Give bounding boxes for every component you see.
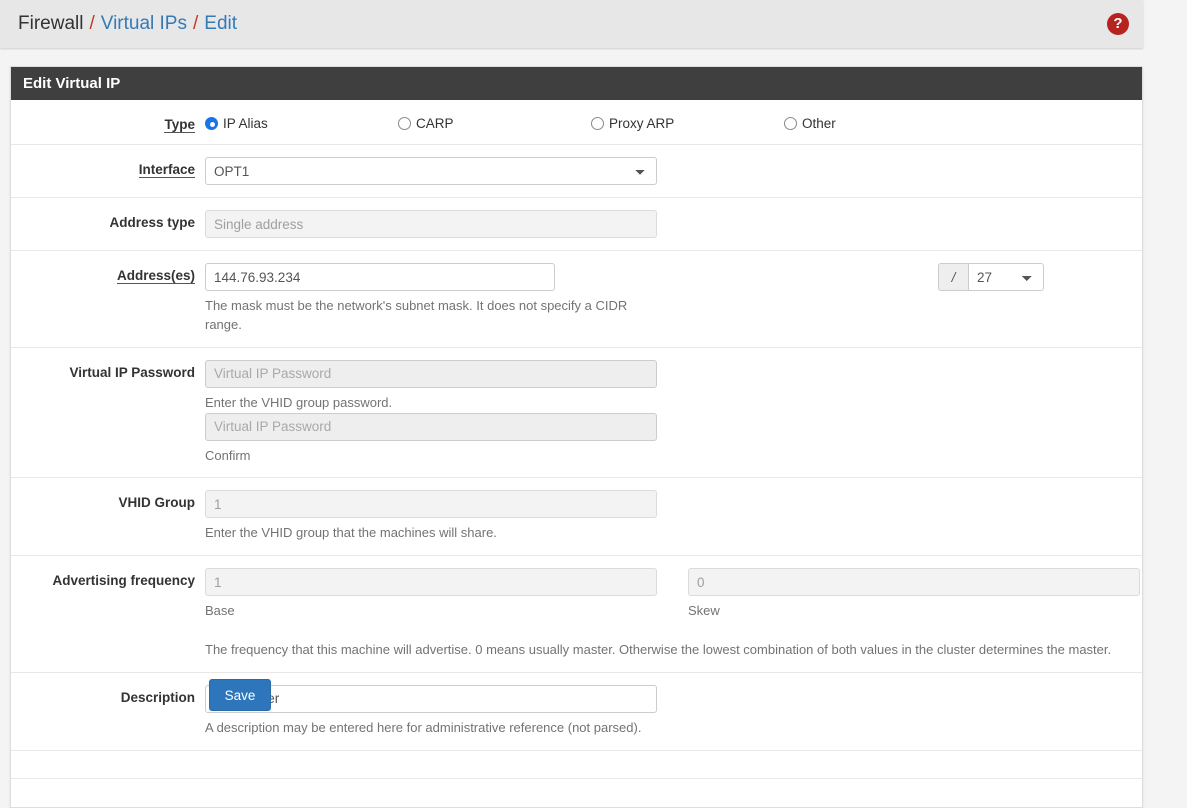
address-type-select[interactable]: Single address — [205, 210, 657, 238]
address-input[interactable] — [205, 263, 555, 291]
form-row-spacer-2 — [11, 779, 1142, 807]
type-fields: IP Alias CARP Proxy ARP Other — [205, 112, 1142, 132]
vip-password-confirm-input[interactable] — [205, 412, 657, 441]
breadcrumb-link-edit[interactable]: Edit — [204, 13, 237, 35]
panel-title: Edit Virtual IP — [11, 67, 1142, 100]
cidr-select[interactable]: 27 — [968, 263, 1044, 291]
label-vip-password: Virtual IP Password — [69, 364, 195, 380]
radio-label-other: Other — [802, 115, 836, 131]
radio-label-carp: CARP — [416, 115, 454, 131]
advertising-base-help-text: Base — [205, 603, 235, 619]
label-addresses: Address(es) — [116, 268, 195, 284]
vip-password-help-text: Enter the VHID group password. — [205, 394, 393, 410]
radio-type-ip-alias[interactable]: IP Alias — [205, 114, 398, 132]
vhid-group-fields: 1 Enter the VHID group that the machines… — [205, 490, 1142, 543]
breadcrumb-separator-1: / — [89, 13, 95, 34]
form-row-address-type: Address type Single address — [11, 198, 1142, 251]
radio-indicator-carp[interactable] — [398, 116, 411, 130]
vip-password-confirm-field-group: Confirm — [205, 412, 657, 466]
advertising-frequency-fields: 1 Base 0 Skew The frequency that this ma… — [205, 568, 1146, 660]
type-radio-group: IP Alias CARP Proxy ARP Other — [205, 112, 1136, 132]
description-help-text: A description may be entered here for ad… — [205, 719, 642, 735]
address-type-field-group: Single address — [205, 210, 657, 238]
breadcrumb-bar: Firewall / Virtual IPs / Edit ? — [0, 0, 1143, 48]
vhid-group-help-text: Enter the VHID group that the machines w… — [205, 525, 497, 541]
form-row-advertising-frequency: Advertising frequency 1 Base 0 Skew The … — [11, 556, 1142, 673]
advertising-skew-select[interactable]: 0 — [688, 568, 1140, 597]
breadcrumb: Firewall / Virtual IPs / Edit — [0, 13, 237, 35]
label-interface: Interface — [138, 162, 195, 178]
vip-password-field-group: Enter the VHID group password. — [205, 359, 657, 413]
radio-indicator-proxy-arp[interactable] — [591, 116, 604, 130]
form-row-vhid-group: VHID Group 1 Enter the VHID group that t… — [11, 478, 1142, 557]
breadcrumb-link-virtual-ips[interactable]: Virtual IPs — [101, 13, 187, 35]
interface-select[interactable]: OPT1 — [205, 157, 657, 185]
form-row-addresses: Address(es) The mask must be the network… — [11, 251, 1142, 348]
address-help-text: The mask must be the network's subnet ma… — [205, 298, 628, 332]
form-row-vip-password: Virtual IP Password Enter the VHID group… — [11, 348, 1142, 479]
form-actions-bar: Save — [0, 679, 1143, 711]
advertising-base-select[interactable]: 1 — [205, 568, 657, 597]
form-row-spacer-1 — [11, 751, 1142, 779]
label-address-type: Address type — [109, 215, 195, 230]
advertising-skew-help-text: Skew — [688, 603, 720, 619]
save-button[interactable]: Save — [209, 679, 271, 711]
radio-indicator-ip-alias[interactable] — [205, 116, 218, 130]
radio-type-other[interactable]: Other — [784, 114, 977, 132]
help-icon-wrapper[interactable]: ? — [1107, 13, 1129, 35]
advertising-skew-field-group: 0 Skew — [688, 568, 1140, 621]
label-vhid-group: VHID Group — [118, 495, 196, 511]
advertising-frequency-help-group: The frequency that this machine will adv… — [205, 621, 1140, 660]
breadcrumb-separator-2: / — [192, 13, 199, 34]
advertising-base-field-group: 1 Base — [205, 568, 657, 621]
radio-type-carp[interactable]: CARP — [398, 114, 591, 132]
radio-label-proxy-arp: Proxy ARP — [609, 115, 675, 131]
form-row-type: Type IP Alias CARP Proxy ARP Other — [11, 100, 1142, 145]
label-advertising-frequency: Advertising frequency — [52, 573, 195, 589]
radio-indicator-other[interactable] — [784, 116, 797, 130]
vip-password-fields: Enter the VHID group password. Confirm — [205, 359, 1142, 466]
address-field-group: The mask must be the network's subnet ma… — [205, 263, 657, 335]
cidr-prefix-addon: / — [938, 263, 968, 291]
cidr-input-group: / 27 — [938, 263, 1044, 291]
breadcrumb-root: Firewall — [18, 13, 84, 34]
interface-fields: OPT1 — [205, 157, 1142, 185]
label-type: Type — [164, 117, 195, 133]
addresses-fields: The mask must be the network's subnet ma… — [205, 263, 1142, 335]
radio-type-proxy-arp[interactable]: Proxy ARP — [591, 114, 784, 132]
advertising-frequency-help-text: The frequency that this machine will adv… — [205, 642, 1112, 658]
question-circle-icon[interactable]: ? — [1107, 13, 1129, 35]
vhid-group-select[interactable]: 1 — [205, 490, 657, 519]
vhid-group-field-group: 1 Enter the VHID group that the machines… — [205, 490, 657, 543]
form-row-interface: Interface OPT1 — [11, 145, 1142, 198]
vip-password-input[interactable] — [205, 359, 657, 388]
address-type-fields: Single address — [205, 210, 1142, 238]
radio-label-ip-alias: IP Alias — [223, 115, 268, 131]
interface-field-group: OPT1 — [205, 157, 657, 185]
vip-password-confirm-help-text: Confirm — [205, 447, 251, 463]
